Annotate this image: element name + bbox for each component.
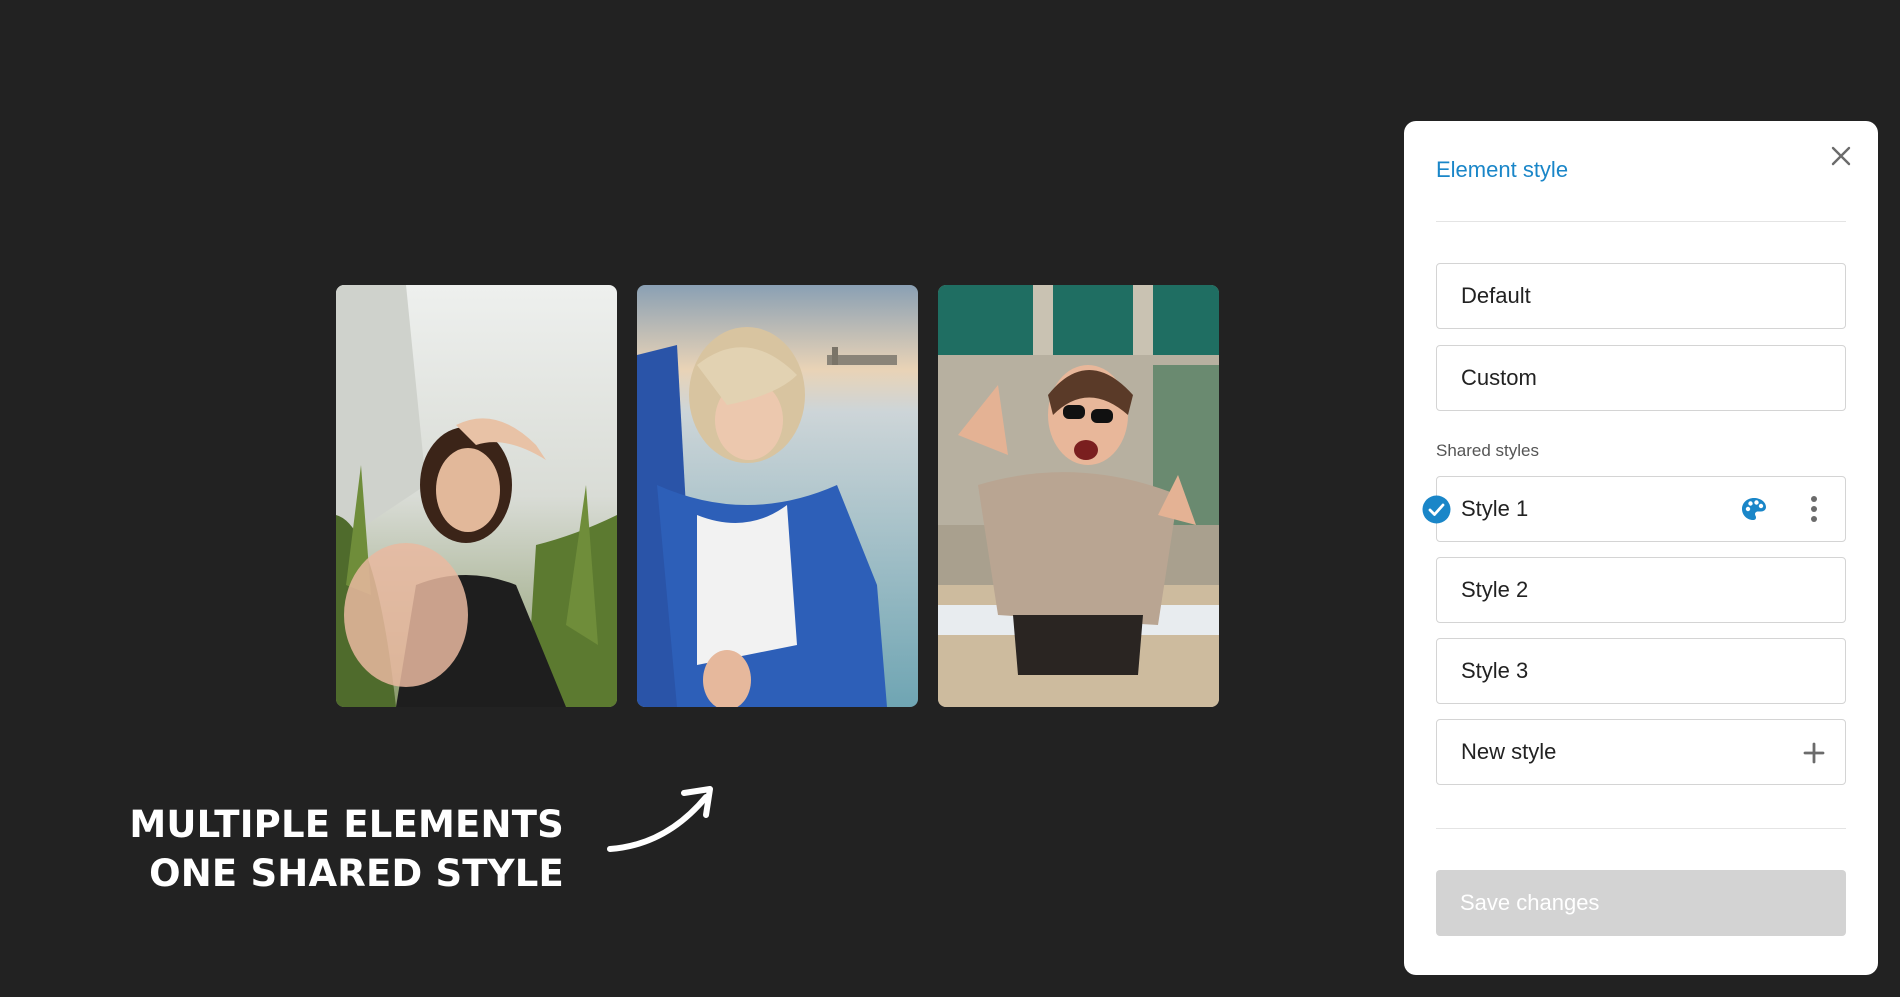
curved-arrow-icon <box>607 786 713 852</box>
photo-1-image <box>336 285 617 707</box>
shared-style-label-2: Style 2 <box>1461 577 1529 602</box>
photo-element-3[interactable] <box>938 285 1219 707</box>
close-icon[interactable] <box>1826 141 1856 171</box>
photo-2-image <box>637 285 918 707</box>
new-style-button[interactable]: New style <box>1436 719 1846 785</box>
option-custom[interactable]: Custom <box>1436 345 1846 411</box>
caption: MULTIPLE ELEMENTS ONE SHARED STYLE <box>120 800 564 898</box>
photo-3-image <box>938 285 1219 707</box>
shared-styles-heading: Shared styles <box>1436 441 1539 460</box>
shared-style-item-1[interactable]: Style 1 <box>1422 476 1846 542</box>
divider-top <box>1436 221 1846 222</box>
canvas: MULTIPLE ELEMENTS ONE SHARED STYLE Eleme… <box>0 0 1900 997</box>
shared-style-label-3: Style 3 <box>1461 658 1529 683</box>
caption-line-1: MULTIPLE ELEMENTS <box>129 803 564 846</box>
divider-bottom <box>1436 828 1846 829</box>
element-style-panel: Element style Default Custom Shared styl… <box>1404 121 1878 975</box>
palette-icon[interactable] <box>1741 497 1767 521</box>
kebab-menu-icon[interactable] <box>1809 495 1819 523</box>
save-changes-button[interactable]: Save changes <box>1436 870 1846 936</box>
photo-element-1[interactable] <box>336 285 617 707</box>
option-default[interactable]: Default <box>1436 263 1846 329</box>
option-custom-label: Custom <box>1461 365 1537 390</box>
panel-title: Element style <box>1436 157 1569 182</box>
shared-style-item-3[interactable]: Style 3 <box>1436 638 1846 704</box>
photo-element-2[interactable] <box>637 285 918 707</box>
check-circle-icon <box>1422 495 1451 524</box>
shared-style-item-2[interactable]: Style 2 <box>1436 557 1846 623</box>
option-default-label: Default <box>1461 283 1531 308</box>
new-style-label: New style <box>1461 739 1557 764</box>
caption-line-2: ONE SHARED STYLE <box>149 852 564 895</box>
shared-style-label-1: Style 1 <box>1461 496 1529 521</box>
plus-icon <box>1803 742 1825 764</box>
